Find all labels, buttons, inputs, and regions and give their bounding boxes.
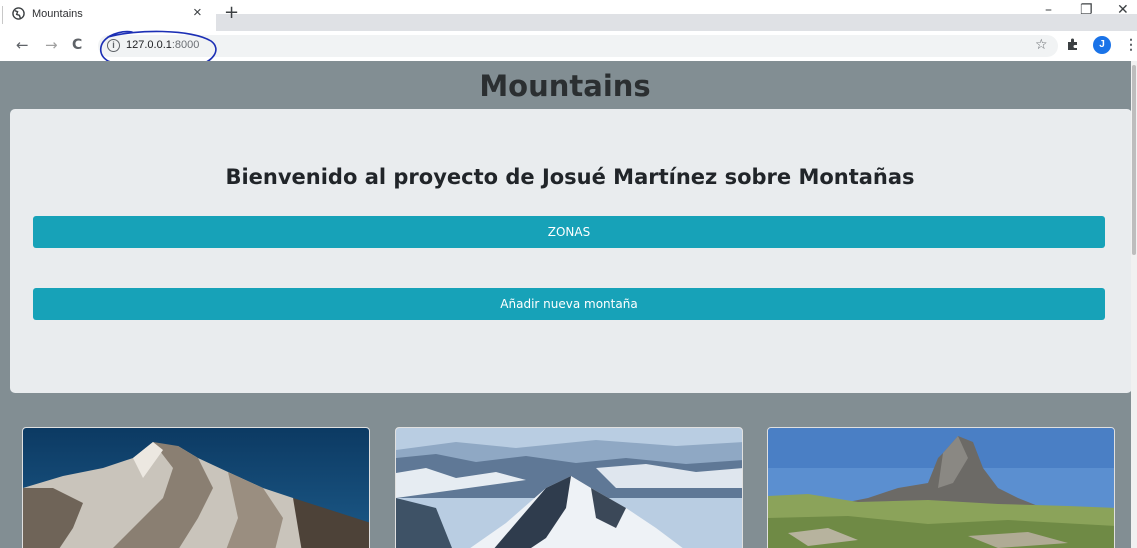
tab-mountains[interactable]: Mountains × — [6, 0, 216, 31]
add-mountain-button[interactable]: Añadir nueva montaña — [33, 288, 1105, 320]
welcome-heading: Bienvenido al proyecto de Josué Martínez… — [225, 165, 915, 189]
reload-icon[interactable]: C — [72, 36, 82, 54]
tab-close-icon[interactable]: × — [193, 4, 202, 22]
globe-icon — [12, 7, 25, 20]
window-close-icon[interactable]: ✕ — [1117, 2, 1129, 18]
mountain-card[interactable] — [22, 427, 370, 548]
zonas-button[interactable]: ZONAS — [33, 216, 1105, 248]
back-arrow-icon[interactable]: ← — [16, 36, 29, 54]
welcome-jumbotron: Bienvenido al proyecto de Josué Martínez… — [10, 109, 1132, 393]
page-title: Mountains — [479, 69, 651, 103]
minimize-icon[interactable]: – — [1045, 2, 1052, 18]
info-icon[interactable]: i — [107, 39, 120, 52]
page-viewport: Mountains Bienvenido al proyecto de Josu… — [0, 61, 1137, 548]
tab-strip: Mountains × + – ❐ ✕ — [0, 0, 1137, 31]
tab-divider — [2, 6, 3, 24]
url-port: :8000 — [171, 39, 200, 51]
url-text[interactable]: 127.0.0.1:8000 — [126, 39, 199, 51]
star-icon[interactable]: ☆ — [1035, 37, 1048, 53]
mountain-card[interactable] — [395, 427, 743, 548]
restore-icon[interactable]: ❐ — [1080, 2, 1093, 18]
mountain-photo-snowy-range — [396, 428, 742, 548]
scrollbar-thumb[interactable] — [1132, 65, 1136, 255]
extensions-icon[interactable] — [1066, 37, 1080, 51]
tab-strip-background — [216, 14, 1137, 31]
page-scrollbar[interactable] — [1131, 61, 1137, 548]
mountain-photo-rocky-peak — [768, 428, 1114, 548]
mountain-photo-snowy-peak — [23, 428, 369, 548]
browser-toolbar: ← → C i 127.0.0.1:8000 ☆ J ⋮ — [0, 30, 1137, 70]
profile-avatar[interactable]: J — [1093, 36, 1111, 54]
tab-title: Mountains — [32, 8, 83, 20]
browser-window: Mountains × + – ❐ ✕ ← → C i 127.0.0.1:80… — [0, 0, 1137, 548]
mountain-card[interactable] — [767, 427, 1115, 548]
address-bar[interactable]: i 127.0.0.1:8000 — [98, 35, 1058, 57]
url-host: 127.0.0.1 — [126, 39, 172, 51]
forward-arrow-icon[interactable]: → — [45, 36, 58, 54]
new-tab-icon[interactable]: + — [224, 3, 239, 23]
menu-icon[interactable]: ⋮ — [1124, 36, 1137, 53]
